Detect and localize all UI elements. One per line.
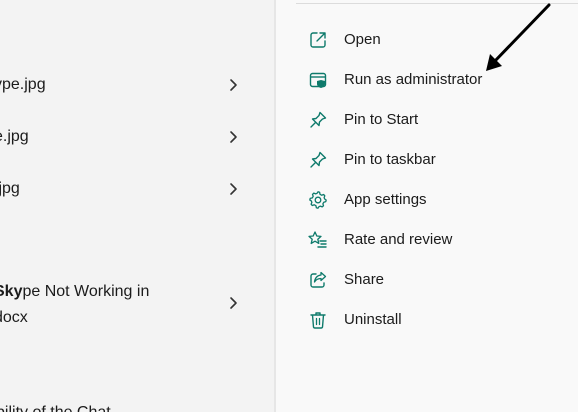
- menu-item-open[interactable]: Open: [276, 20, 578, 60]
- menu-item-share[interactable]: Share: [276, 260, 578, 300]
- result-label: Skype Not Working in: [0, 283, 150, 300]
- menu-item-app-settings[interactable]: App settings: [276, 180, 578, 220]
- run-as-admin-icon: [308, 70, 328, 90]
- result-label: .jpg: [0, 180, 20, 197]
- menu-item-pin-to-taskbar[interactable]: Pin to taskbar: [276, 140, 578, 180]
- menu-item-label: Pin to Start: [344, 111, 419, 128]
- gear-icon: [308, 190, 328, 210]
- menu-item-run-as-administrator[interactable]: Run as administrator: [276, 60, 578, 100]
- open-icon: [308, 30, 328, 50]
- context-menu-panel: Open Run as administrator Pin to Start P…: [276, 0, 578, 412]
- star-list-icon: [308, 230, 328, 250]
- menu-item-label: Rate and review: [344, 231, 453, 248]
- search-results-panel: ype.jpg e.jpg .jpg Skype Not Wor: [0, 0, 274, 412]
- menu-item-label: Uninstall: [344, 311, 402, 328]
- result-item[interactable]: Skype Not Working in docx: [0, 280, 274, 332]
- menu-item-label: Pin to taskbar: [344, 151, 436, 168]
- result-label-partial: bility of the Chat: [0, 404, 111, 412]
- pin-icon: [308, 150, 328, 170]
- menu-top-border: [296, 3, 578, 4]
- pin-icon: [308, 110, 328, 130]
- result-label: e.jpg: [0, 128, 29, 145]
- chevron-right-icon[interactable]: [226, 296, 240, 310]
- context-menu: Open Run as administrator Pin to Start P…: [276, 20, 578, 340]
- menu-item-label: Open: [344, 31, 381, 48]
- menu-item-pin-to-start[interactable]: Pin to Start: [276, 100, 578, 140]
- result-label-line2: docx: [0, 309, 28, 326]
- chevron-right-icon[interactable]: [226, 182, 240, 196]
- menu-item-rate-and-review[interactable]: Rate and review: [276, 220, 578, 260]
- start-search-window: ype.jpg e.jpg .jpg Skype Not Wor: [0, 0, 578, 412]
- menu-item-uninstall[interactable]: Uninstall: [276, 300, 578, 340]
- chevron-right-icon[interactable]: [226, 130, 240, 144]
- share-icon: [308, 270, 328, 290]
- chevron-right-icon[interactable]: [226, 78, 240, 92]
- menu-item-label: Run as administrator: [344, 71, 483, 88]
- trash-icon: [308, 310, 328, 330]
- result-label: ype.jpg: [0, 76, 46, 93]
- menu-item-label: Share: [344, 271, 385, 288]
- menu-item-label: App settings: [344, 191, 427, 208]
